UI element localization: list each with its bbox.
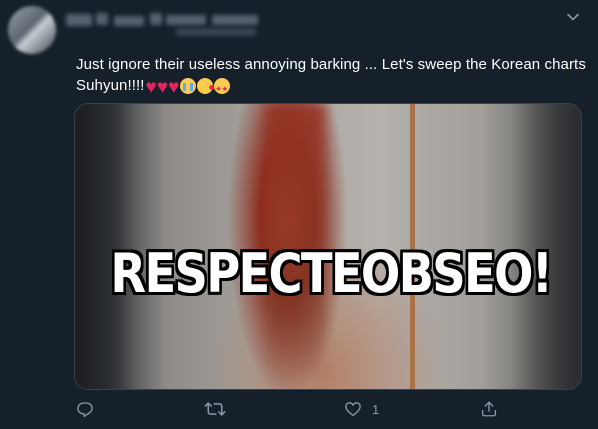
meme-caption: RESPECTEOBSEO! (110, 242, 553, 305)
tweet-media-image[interactable]: RESPECTEOBSEO! (74, 103, 582, 390)
loudly-crying-face-icon (180, 77, 197, 94)
avatar[interactable] (8, 6, 56, 54)
blurred-user-name (66, 10, 266, 40)
reply-icon (76, 400, 94, 418)
red-heart-icon: ♥ (156, 76, 169, 98)
retweet-icon (204, 400, 226, 418)
retweet-button[interactable] (204, 398, 226, 420)
like-count: 1 (372, 401, 380, 417)
tweet-text: Just ignore their useless annoying barki… (76, 54, 586, 100)
heart-icon (344, 400, 362, 418)
chevron-down-icon[interactable] (566, 10, 580, 24)
emoji-group: ♥♥♥ (145, 76, 231, 100)
red-heart-icon: ♥ (145, 76, 157, 98)
reply-button[interactable] (76, 398, 94, 420)
red-heart-icon: ♥ (168, 76, 180, 98)
like-button[interactable]: 1 (344, 398, 379, 420)
tweet[interactable]: Just ignore their useless annoying barki… (0, 0, 598, 429)
star-struck-icon (214, 77, 231, 100)
share-button[interactable] (480, 398, 498, 420)
face-blowing-kiss-icon (197, 77, 216, 94)
tweet-actions: 1 (74, 398, 524, 420)
share-icon (480, 400, 498, 418)
